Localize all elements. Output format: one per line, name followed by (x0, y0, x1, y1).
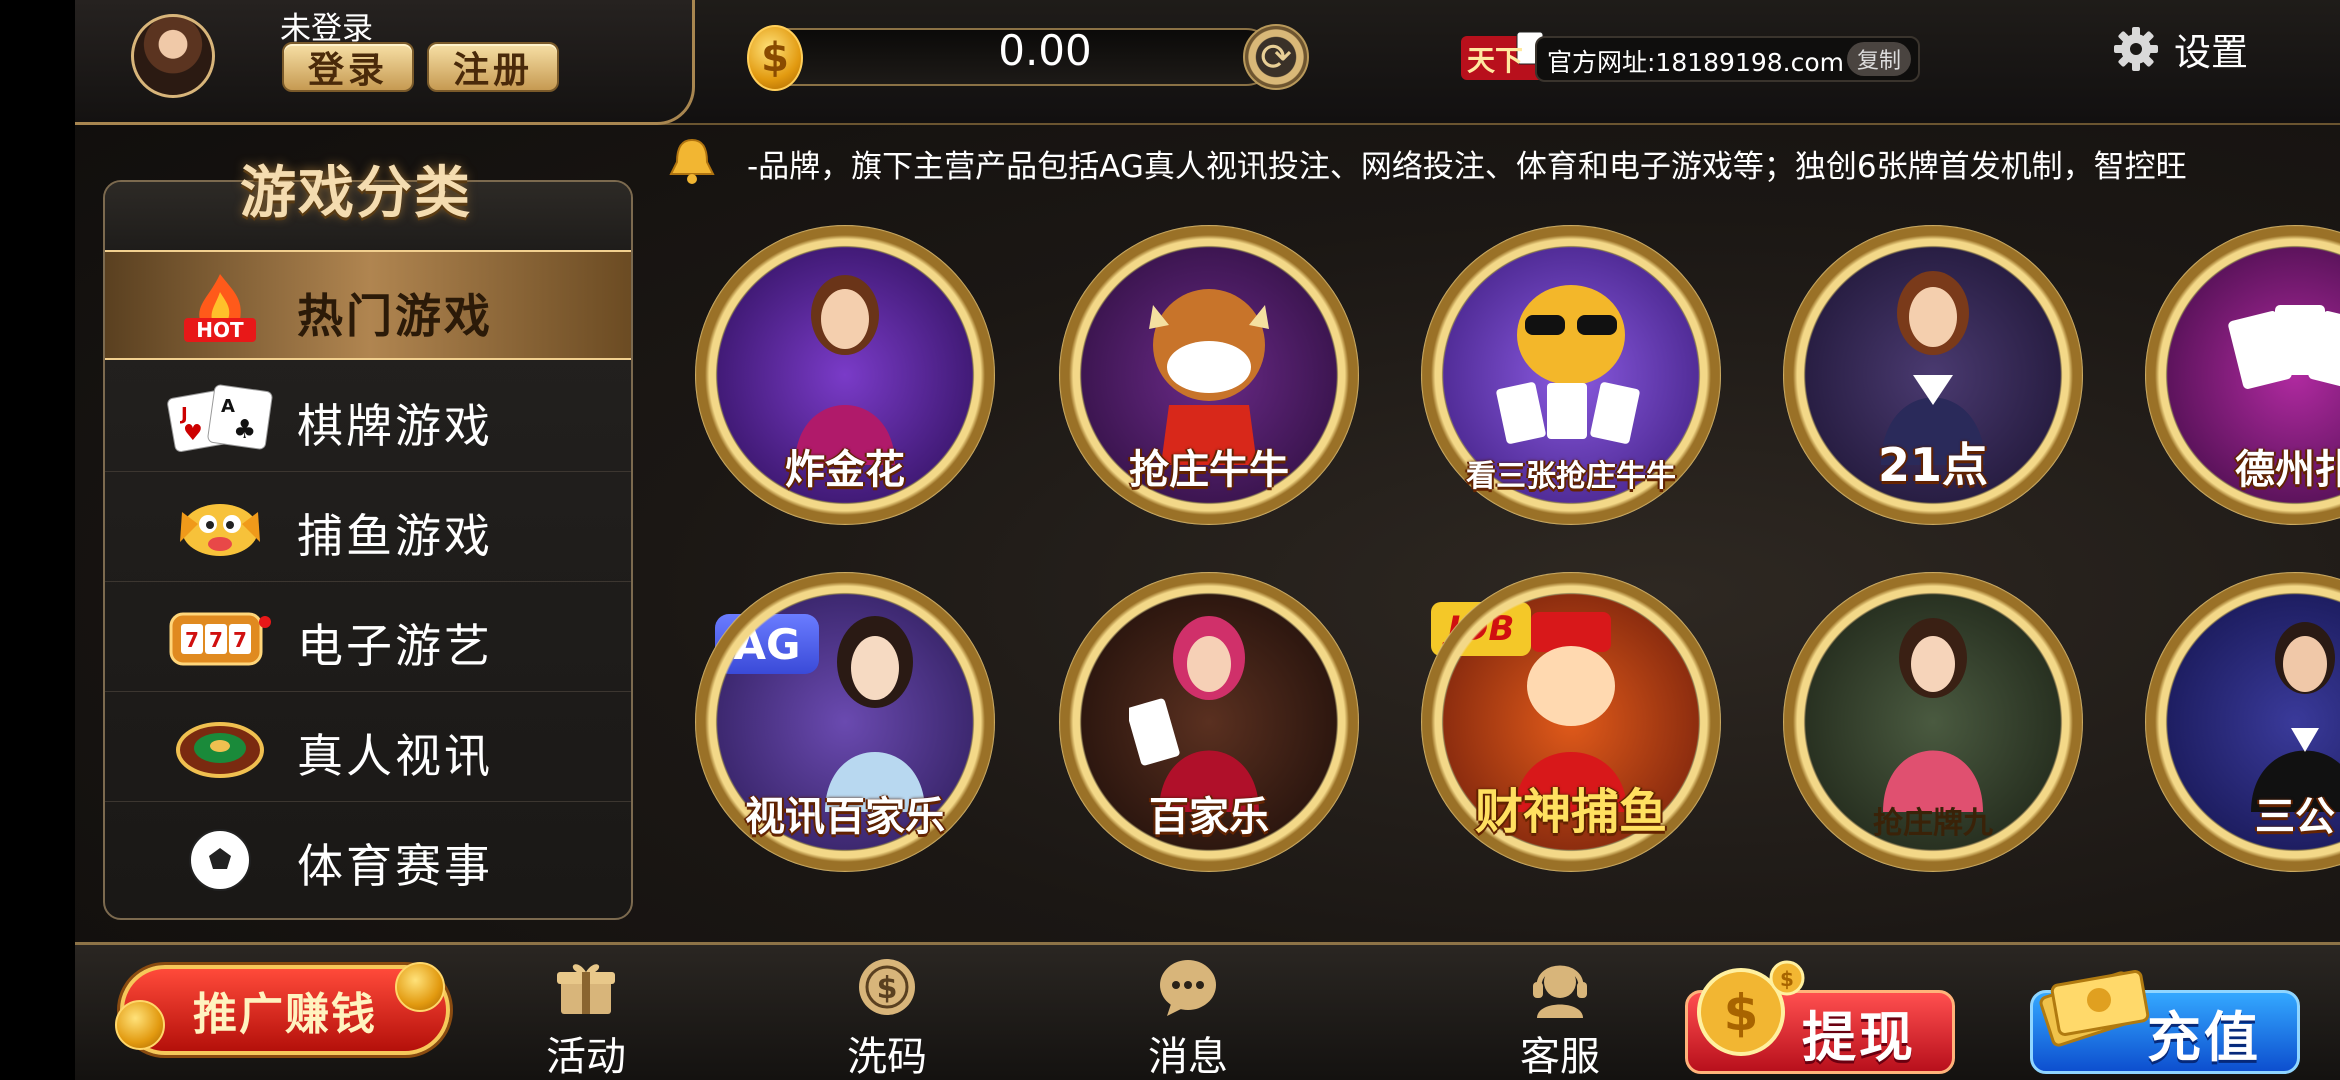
svg-text:7: 7 (233, 628, 247, 652)
svg-text:天下: 天下 (1467, 44, 1523, 77)
settings-button[interactable]: 设置 (2112, 22, 2248, 76)
fish-icon (165, 490, 275, 566)
coin-icon: $ (747, 25, 803, 91)
nav-label: 洗码 (847, 1034, 927, 1080)
game-name: 炸金花 (785, 447, 905, 493)
game-tile[interactable]: 百家乐 (1059, 572, 1359, 872)
refresh-icon[interactable]: ⟳ (1243, 24, 1309, 90)
category-label: 捕鱼游戏 (297, 509, 493, 563)
chat-bubble-icon (1160, 960, 1216, 1016)
game-name: 抢庄牛牛 (1129, 447, 1289, 493)
nav-label: 消息 (1148, 1034, 1228, 1080)
avatar[interactable] (131, 14, 215, 98)
category-label: 热门游戏 (297, 289, 493, 343)
bell-icon (669, 138, 715, 184)
game-name: 三公 (2255, 794, 2335, 840)
svg-text:$: $ (1724, 984, 1759, 1042)
playing-cards-icon: J ♥ A ♣ (165, 380, 275, 456)
nav-support[interactable]: 客服 (1485, 956, 1635, 1080)
soccer-ball-icon (165, 820, 275, 896)
svg-text:$: $ (1780, 967, 1794, 991)
category-title: 游戏分类 (240, 161, 472, 226)
svg-text:♣: ♣ (233, 415, 256, 445)
game-name: 21点 (1877, 438, 1988, 492)
nav-messages[interactable]: 消息 (1113, 956, 1263, 1080)
nav-label: 活动 (546, 1034, 626, 1080)
game-tile[interactable]: 抢庄牌九 (1783, 572, 2083, 872)
category-item-slots[interactable]: 7 7 7 电子游艺 (105, 582, 631, 692)
copy-button[interactable]: 复制 (1847, 42, 1911, 76)
svg-text:7: 7 (185, 628, 199, 652)
game-tile[interactable]: 抢庄牛牛 (1059, 225, 1359, 525)
game-tile[interactable]: 三公 (2145, 572, 2340, 872)
svg-text:7: 7 (209, 628, 223, 652)
hot-fire-icon: HOT (165, 270, 275, 346)
category-item-hot[interactable]: HOT 热门游戏 (105, 250, 631, 360)
game-name: 百家乐 (1149, 794, 1269, 840)
svg-text:A: A (221, 396, 235, 417)
game-tile[interactable]: AG 视讯百家乐 (695, 572, 995, 872)
coin-icon (395, 962, 445, 1012)
login-button[interactable]: 登录 (282, 42, 414, 92)
nav-label: 客服 (1520, 1034, 1600, 1080)
category-item-sports[interactable]: 体育赛事 (105, 802, 631, 912)
game-name: 德州扑 (2235, 447, 2340, 493)
notice-marquee: -品牌，旗下主营产品包括AG真人视讯投注、网络投注、体育和电子游戏等；独创6张牌… (747, 149, 2187, 185)
nav-activity[interactable]: 活动 (511, 956, 661, 1080)
svg-text:♥: ♥ (183, 421, 203, 446)
gear-icon (2114, 27, 2158, 71)
cash-stack-icon (2039, 970, 2150, 1047)
nav-wash-code[interactable]: $ 洗码 (812, 956, 962, 1080)
game-tile[interactable]: 看三张抢庄牛牛 (1421, 225, 1721, 525)
money-coin-icon: $ $ (1697, 960, 1805, 1056)
category-label: 真人视讯 (297, 729, 493, 783)
category-label: 棋牌游戏 (297, 399, 493, 453)
category-item-cards[interactable]: J ♥ A ♣ 棋牌游戏 (105, 362, 631, 472)
register-button[interactable]: 注册 (427, 42, 559, 92)
game-tile[interactable]: 炸金花 (695, 225, 995, 525)
dollar-coin-icon: $ (859, 959, 915, 1015)
coin-icon (115, 1000, 165, 1050)
roulette-icon (165, 710, 275, 786)
site-url-text: 官方网址:18189198.com (1547, 48, 1845, 77)
slot-machine-icon: 7 7 7 (165, 600, 275, 676)
category-item-live[interactable]: 真人视讯 (105, 692, 631, 802)
category-label: 体育赛事 (297, 839, 493, 893)
game-name: 看三张抢庄牛牛 (1466, 459, 1676, 494)
game-name: 财神捕鱼 (1474, 784, 1667, 840)
svg-text:$: $ (877, 971, 898, 1006)
category-label: 电子游艺 (297, 619, 493, 673)
game-name: 视讯百家乐 (745, 794, 945, 840)
app-screen: 未登录 登录 注册 $ 0.00 ⟳ 天下 官方网址:18189198.com … (0, 0, 2340, 1080)
lobby-stage: 未登录 登录 注册 $ 0.00 ⟳ 天下 官方网址:18189198.com … (75, 0, 2340, 1080)
balance-value: 0.00 (998, 26, 1092, 75)
game-tile[interactable]: 21点 (1783, 225, 2083, 525)
settings-label: 设置 (2174, 31, 2248, 74)
svg-text:HOT: HOT (196, 318, 244, 342)
category-panel: HOT 热门游戏 J ♥ A ♣ 棋牌游戏 捕鱼游戏 7 7 7 电子游艺 真人… (103, 180, 633, 920)
headset-icon (1533, 965, 1587, 1018)
game-tile[interactable]: JDB 财神捕鱼 (1421, 572, 1721, 872)
game-tile[interactable]: 德州扑 (2145, 225, 2340, 525)
game-name: 抢庄牌九 (1873, 806, 1993, 841)
gift-icon (557, 964, 615, 1014)
category-item-fishing[interactable]: 捕鱼游戏 (105, 472, 631, 582)
